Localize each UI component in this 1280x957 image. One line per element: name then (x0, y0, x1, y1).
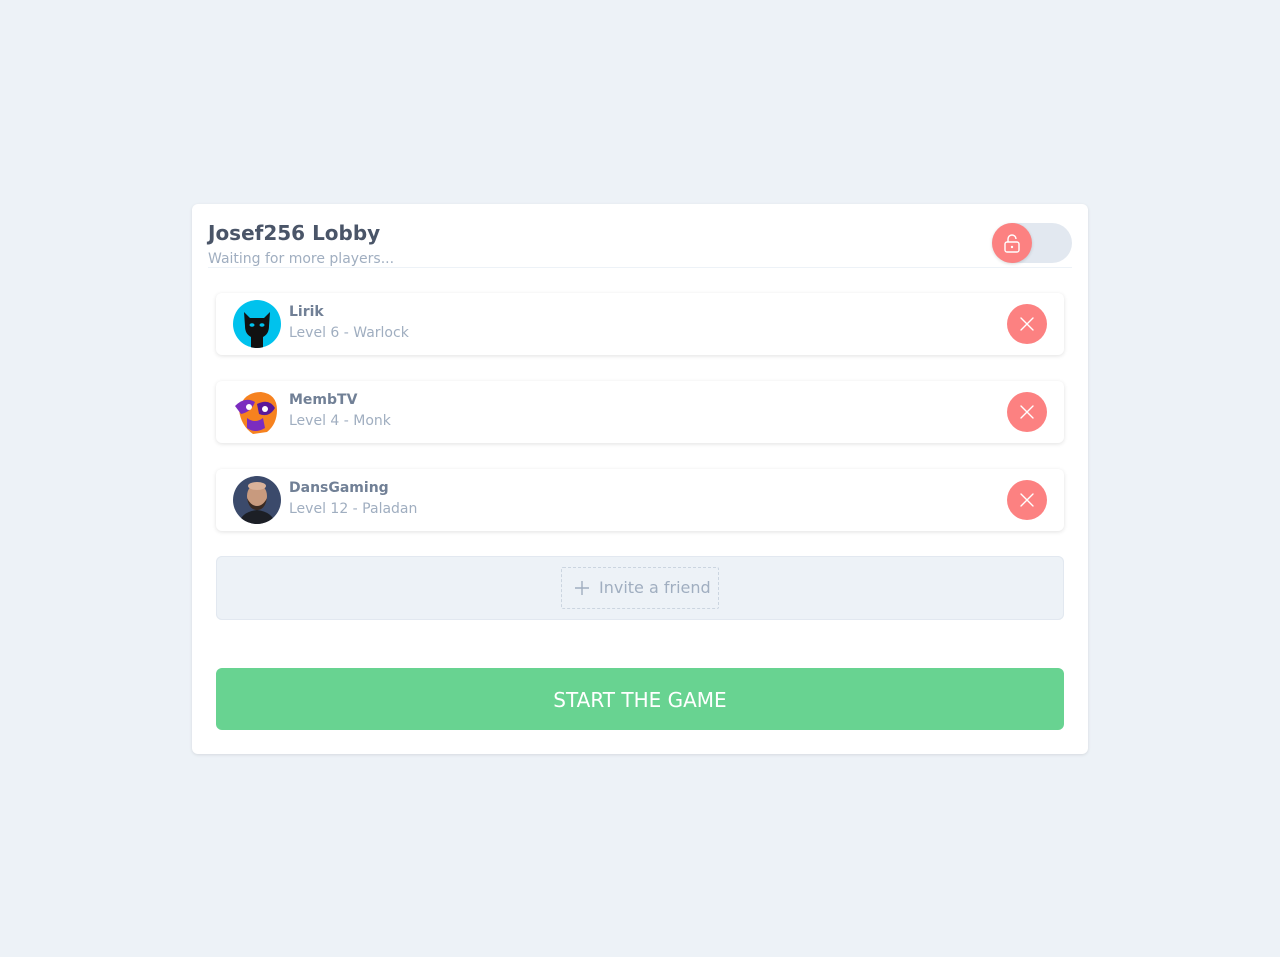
close-icon (1020, 317, 1034, 331)
lobby-title: Josef256 Lobby (208, 221, 381, 245)
start-game-button[interactable]: START THE GAME (216, 668, 1064, 730)
player-avatar (233, 300, 281, 348)
unlock-icon (1004, 234, 1020, 253)
close-icon (1020, 405, 1034, 419)
kick-player-button[interactable] (1007, 392, 1047, 432)
player-row: MembTV Level 4 - Monk (216, 381, 1064, 443)
plus-icon (575, 581, 589, 595)
lobby-card: Josef256 Lobby Waiting for more players.… (192, 204, 1088, 754)
player-avatar (233, 388, 281, 436)
player-level-class: Level 6 - Warlock (289, 325, 409, 341)
kick-player-button[interactable] (1007, 304, 1047, 344)
player-avatar (233, 476, 281, 524)
lobby-lock-toggle[interactable] (992, 223, 1072, 263)
lock-toggle-knob[interactable] (992, 223, 1032, 263)
close-icon (1020, 493, 1034, 507)
player-level-class: Level 4 - Monk (289, 413, 391, 429)
black-cat-avatar-icon (233, 300, 281, 348)
player-row: DansGaming Level 12 - Paladan (216, 469, 1064, 531)
invite-friend-button[interactable]: Invite a friend (561, 567, 719, 609)
lobby-header: Josef256 Lobby Waiting for more players.… (208, 220, 1072, 268)
player-name: MembTV (289, 392, 358, 408)
player-name: Lirik (289, 304, 324, 320)
bearded-man-photo-avatar-icon (233, 476, 281, 524)
player-level-class: Level 12 - Paladan (289, 501, 418, 517)
invite-friend-label: Invite a friend (599, 578, 711, 597)
player-row: Lirik Level 6 - Warlock (216, 293, 1064, 355)
kick-player-button[interactable] (1007, 480, 1047, 520)
empty-player-slot: Invite a friend (216, 556, 1064, 620)
purple-orange-mascot-avatar-icon (233, 388, 281, 436)
lobby-status: Waiting for more players... (208, 251, 395, 267)
player-name: DansGaming (289, 480, 389, 496)
